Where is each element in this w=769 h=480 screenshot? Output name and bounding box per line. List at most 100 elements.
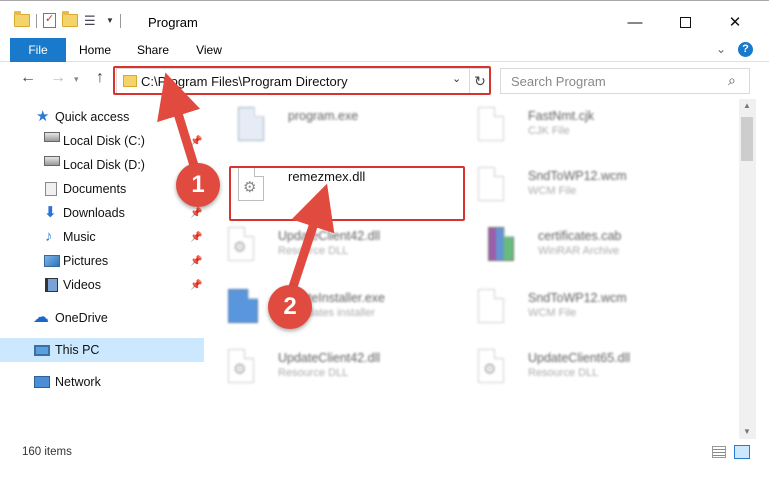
window-title: Program bbox=[148, 15, 198, 30]
file-type: CJK File bbox=[528, 125, 570, 137]
file-item[interactable]: certificates.cab WinRAR Archive bbox=[466, 221, 706, 273]
star-icon: ★ bbox=[36, 108, 50, 125]
help-icon[interactable]: ? bbox=[738, 42, 753, 57]
file-item[interactable]: SndToWP12.wcm WCM File bbox=[456, 283, 696, 335]
sidebar-item-label: Videos bbox=[63, 278, 101, 292]
onedrive-icon: ☁ bbox=[33, 309, 49, 326]
expand-ribbon-chevron-icon[interactable]: ⌄ bbox=[716, 42, 726, 56]
maximize-button[interactable] bbox=[662, 7, 708, 37]
address-path[interactable]: C:\Program Files\Program Directory bbox=[141, 74, 348, 89]
file-item[interactable]: UpdateClient42.dll Resource DLL bbox=[206, 343, 446, 395]
status-bar: 160 items bbox=[0, 440, 769, 466]
sidebar-item-label: Pictures bbox=[63, 254, 109, 268]
file-item[interactable]: UpdateInstaller.exe FY updates installer bbox=[206, 283, 446, 335]
file-item[interactable]: program.exe bbox=[216, 101, 456, 153]
tab-share[interactable]: Share bbox=[130, 38, 176, 62]
tab-view[interactable]: View bbox=[186, 38, 232, 62]
search-input[interactable]: Search Program bbox=[511, 74, 606, 89]
file-item[interactable]: UpdateClient65.dll Resource DLL bbox=[456, 343, 696, 395]
sidebar-item-local-disk-d[interactable]: Local Disk (D:) bbox=[0, 153, 204, 177]
file-item[interactable]: UpdateClient42.dll Resource DLL bbox=[206, 221, 446, 273]
scroll-up-icon[interactable]: ▲ bbox=[743, 101, 751, 110]
sidebar-item-quick-access[interactable]: ★ Quick access bbox=[0, 105, 204, 129]
file-list: program.exe FastNmt.cjk CJK File remezme… bbox=[206, 99, 739, 439]
sidebar-item-label: Quick access bbox=[55, 110, 130, 124]
up-button[interactable]: ↑ bbox=[96, 69, 104, 87]
sidebar-item-local-disk-c[interactable]: Local Disk (C:) 📌 bbox=[0, 129, 204, 153]
pin-icon[interactable]: 📌 bbox=[190, 208, 202, 219]
pictures-icon bbox=[44, 255, 60, 267]
sidebar-item-videos[interactable]: Videos 📌 bbox=[0, 273, 204, 297]
tab-home[interactable]: Home bbox=[72, 38, 118, 62]
file-type: WinRAR Archive bbox=[538, 245, 620, 257]
view-options-icon[interactable]: ☰ bbox=[84, 14, 100, 27]
search-box[interactable]: Search Program ⌕ bbox=[500, 68, 750, 94]
rar-icon bbox=[488, 227, 514, 261]
file-type: Resource DLL bbox=[528, 367, 599, 379]
file-name: UpdateClient42.dll bbox=[278, 229, 381, 243]
new-folder-icon[interactable] bbox=[62, 11, 78, 27]
scroll-down-icon[interactable]: ▼ bbox=[743, 427, 751, 436]
forward-button[interactable]: → bbox=[50, 69, 66, 87]
address-history-chevron-icon[interactable]: ⌄ bbox=[452, 72, 461, 85]
folder-icon bbox=[14, 11, 30, 27]
search-icon: ⌕ bbox=[728, 72, 736, 88]
file-item[interactable]: FastNmt.cjk CJK File bbox=[456, 101, 696, 153]
file-item-remezmex-dll[interactable]: remezmex.dll bbox=[216, 161, 456, 213]
dll-gear-icon bbox=[228, 227, 254, 261]
file-name: program.exe bbox=[288, 109, 359, 123]
item-count: 160 items bbox=[22, 446, 72, 458]
downloads-icon: ⬇ bbox=[44, 204, 57, 221]
file-name: FastNmt.cjk bbox=[528, 109, 594, 123]
file-type: WCM File bbox=[528, 307, 577, 319]
network-icon bbox=[34, 376, 50, 388]
scroll-thumb[interactable] bbox=[741, 117, 753, 161]
sidebar-item-label: OneDrive bbox=[55, 311, 108, 325]
dll-gear-icon bbox=[228, 349, 254, 383]
file-type: WCM File bbox=[528, 185, 577, 197]
minimize-button[interactable]: — bbox=[612, 7, 658, 37]
this-pc-icon bbox=[34, 344, 50, 356]
sidebar-item-label: This PC bbox=[55, 343, 100, 357]
sidebar-item-downloads[interactable]: ⬇ Downloads 📌 bbox=[0, 201, 204, 225]
file-item[interactable]: SndToWP12.wcm WCM File bbox=[456, 161, 696, 213]
address-bar[interactable]: C:\Program Files\Program Directory ⌄ ↻ bbox=[116, 68, 490, 94]
back-button[interactable]: ← bbox=[20, 69, 36, 87]
file-icon bbox=[478, 167, 504, 201]
vertical-scrollbar[interactable]: ▲ ▼ bbox=[739, 99, 756, 439]
file-type: Resource DLL bbox=[278, 245, 349, 257]
recent-locations-chevron-icon[interactable]: ▾ bbox=[74, 74, 79, 85]
sidebar-item-this-pc[interactable]: This PC bbox=[0, 338, 204, 362]
customize-toolbar-chevron-icon[interactable]: ▼ bbox=[106, 16, 114, 25]
quick-access-toolbar: ☰ ▼ bbox=[14, 11, 121, 28]
exe-icon bbox=[238, 107, 264, 141]
disk-icon bbox=[44, 156, 60, 166]
refresh-button[interactable]: ↻ bbox=[469, 69, 490, 93]
close-button[interactable]: ✕ bbox=[712, 7, 758, 37]
sidebar-item-documents[interactable]: Documents 📌 bbox=[0, 177, 204, 201]
file-name: remezmex.dll bbox=[288, 169, 366, 184]
pin-icon[interactable]: 📌 bbox=[190, 232, 202, 243]
file-icon bbox=[478, 107, 504, 141]
sidebar-item-label: Documents bbox=[63, 182, 127, 196]
dll-gear-icon bbox=[478, 349, 504, 383]
file-name: SndToWP12.wcm bbox=[528, 169, 627, 183]
tab-file[interactable]: File bbox=[10, 38, 66, 62]
sidebar-item-network[interactable]: Network bbox=[0, 370, 204, 394]
pin-icon[interactable]: 📌 bbox=[190, 280, 202, 291]
window-bottom-edge bbox=[0, 466, 769, 480]
large-icons-view-icon[interactable] bbox=[734, 445, 750, 459]
pin-icon[interactable]: 📌 bbox=[190, 256, 202, 267]
pin-icon[interactable]: 📌 bbox=[190, 136, 202, 147]
sidebar-item-onedrive[interactable]: ☁ OneDrive bbox=[0, 306, 204, 330]
file-name: UpdateClient42.dll bbox=[278, 351, 381, 365]
installer-icon bbox=[228, 289, 258, 323]
sidebar-item-pictures[interactable]: Pictures 📌 bbox=[0, 249, 204, 273]
ribbon-tabs: File Home Share View ⌄ ? bbox=[0, 38, 769, 62]
file-name: UpdateClient65.dll bbox=[528, 351, 631, 365]
file-icon bbox=[478, 289, 504, 323]
details-view-icon[interactable] bbox=[712, 446, 726, 458]
sidebar-item-music[interactable]: ♪ Music 📌 bbox=[0, 225, 204, 249]
step-badge-1: 1 bbox=[176, 163, 220, 207]
properties-icon[interactable] bbox=[43, 12, 56, 28]
